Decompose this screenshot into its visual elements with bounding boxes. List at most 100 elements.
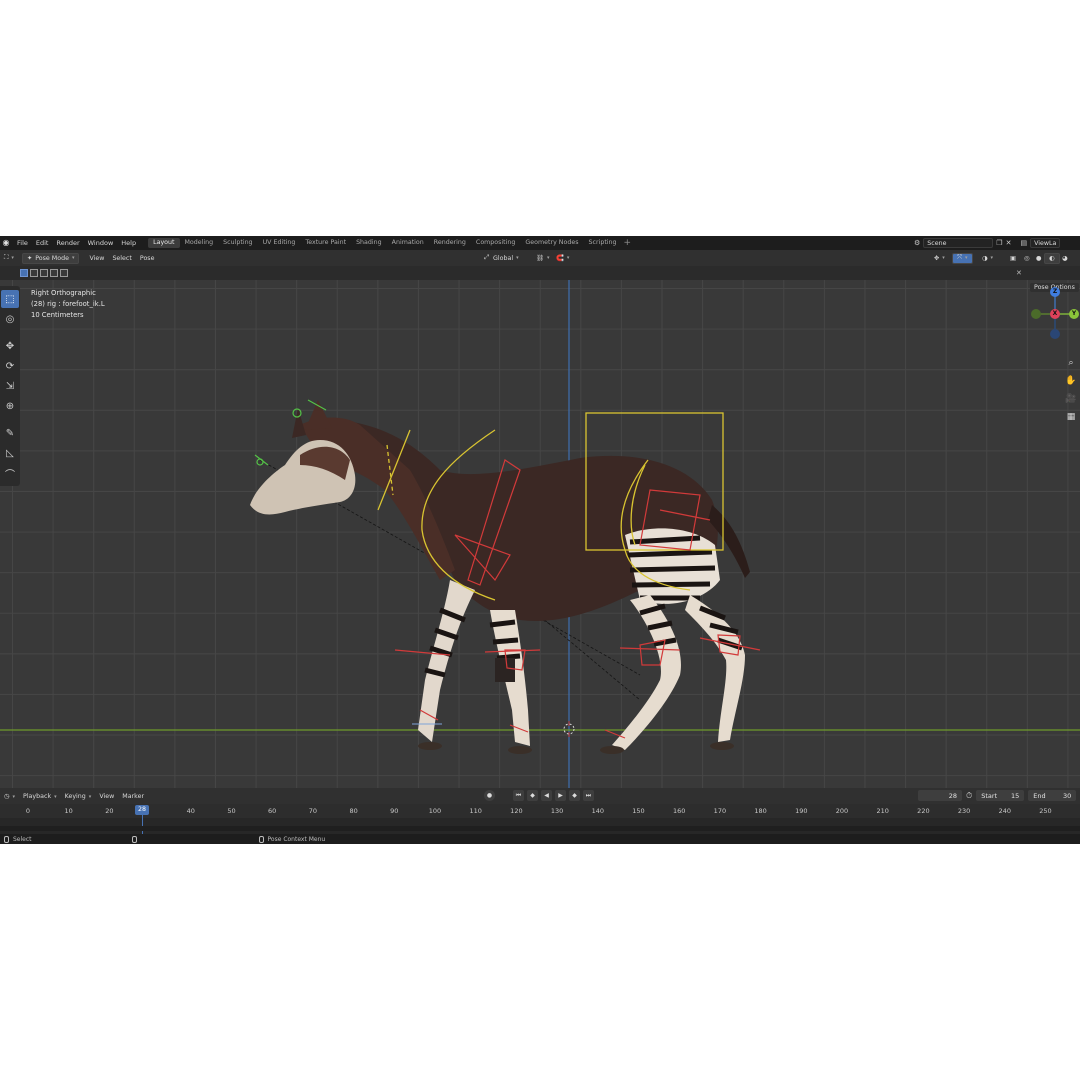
end-frame-field[interactable]: End 30 — [1028, 790, 1077, 801]
mode-dropdown[interactable]: ✦ Pose Mode ▾ — [21, 252, 80, 264]
tab-sculpting[interactable]: Sculpting — [218, 238, 257, 248]
ruler-tick: 90 — [390, 807, 399, 815]
tab-texture-paint[interactable]: Texture Paint — [300, 238, 351, 248]
play-icon[interactable]: ▶ — [555, 790, 566, 801]
current-frame-value: 28 — [948, 791, 957, 800]
jump-start-icon[interactable]: ⏮ — [513, 790, 524, 801]
gizmo-z-icon[interactable]: Z — [1050, 287, 1060, 297]
timeline-area[interactable]: 0 10 20 40 50 60 70 80 90 100 110 120 130 140 150 160 17… — [0, 804, 1080, 834]
ruler-tick: 10 — [64, 807, 73, 815]
select-intersect-icon[interactable] — [60, 269, 68, 277]
grid-view-icon[interactable]: ▦ — [1064, 410, 1078, 424]
shading-rendered-icon[interactable]: ◕ — [1058, 253, 1072, 264]
start-frame-field[interactable]: Start 15 — [976, 790, 1025, 801]
close-sidebar-icon[interactable]: ✕ — [1016, 269, 1022, 277]
ruler-tick: 190 — [795, 807, 808, 815]
viewport-nav-tools: ⌕ ✋ 🎥 ▦ — [1064, 352, 1080, 428]
tab-scripting[interactable]: Scripting — [584, 238, 622, 248]
next-keyframe-icon[interactable]: ◆ — [569, 790, 580, 801]
menu-file[interactable]: File — [13, 239, 32, 247]
menu-render[interactable]: Render — [52, 239, 83, 247]
delete-scene-icon[interactable]: ✕ — [1006, 239, 1012, 247]
rotate-tool-icon[interactable]: ⟳ — [1, 357, 19, 375]
viewport-info-overlay: Right Orthographic (28) rig : forefoot_i… — [31, 288, 105, 321]
tab-animation[interactable]: Animation — [387, 238, 429, 248]
gizmo-neg-y-icon[interactable] — [1031, 309, 1041, 319]
playback-menu[interactable]: Playback ▾ — [19, 793, 61, 800]
prev-keyframe-icon[interactable]: ◆ — [527, 790, 538, 801]
transform-orientation-dropdown[interactable]: ⤢ Global ▾ — [480, 253, 523, 264]
play-reverse-icon[interactable]: ◀ — [541, 790, 552, 801]
scene-icon[interactable]: ⚙ — [914, 239, 920, 247]
select-new-icon[interactable] — [20, 269, 28, 277]
overlays-icon[interactable]: ◑ ▾ — [978, 253, 997, 264]
tab-geometry-nodes[interactable]: Geometry Nodes — [520, 238, 583, 248]
camera-icon[interactable]: 🎥 — [1064, 392, 1078, 406]
clock-icon[interactable]: ⏱ — [966, 791, 972, 801]
view-layer-icon[interactable]: ▤ — [1020, 239, 1027, 247]
record-icon[interactable]: ● — [484, 790, 495, 801]
add-workspace-icon[interactable]: + — [624, 238, 632, 248]
gizmo-neg-z-icon[interactable] — [1050, 329, 1060, 339]
select-extend-icon[interactable] — [30, 269, 38, 277]
show-gizmo-icon[interactable]: ⤧ ▾ — [952, 252, 973, 264]
tab-rendering[interactable]: Rendering — [429, 238, 471, 248]
xray-icon[interactable]: ▣ — [1006, 253, 1020, 264]
gizmo-y-icon[interactable]: Y — [1069, 309, 1079, 319]
new-scene-icon[interactable]: ❐ — [996, 239, 1002, 247]
tab-layout[interactable]: Layout — [148, 238, 180, 248]
menu-window[interactable]: Window — [84, 239, 118, 247]
playhead-line[interactable] — [141, 815, 143, 834]
select-invert-icon[interactable] — [50, 269, 58, 277]
okapi-body — [250, 400, 750, 754]
scale-tool-icon[interactable]: ⇲ — [1, 377, 19, 395]
timeline-view-menu[interactable]: View — [95, 793, 118, 800]
blender-logo-icon[interactable]: ◉ — [1, 238, 11, 248]
ruler-tick: 100 — [428, 807, 442, 815]
tab-compositing[interactable]: Compositing — [471, 238, 520, 248]
ruler-tick: 80 — [349, 807, 358, 815]
ruler-tick: 0 — [25, 807, 31, 815]
select-box-tool-icon[interactable]: ⬚ — [1, 290, 19, 308]
menu-help[interactable]: Help — [117, 239, 140, 247]
scene-name-field[interactable]: Scene — [923, 238, 994, 248]
select-subtract-icon[interactable] — [40, 269, 48, 277]
zoom-icon[interactable]: ⌕ — [1064, 356, 1078, 370]
timeline-editor-icon[interactable]: ◷ ▾ — [0, 793, 19, 800]
menu-view[interactable]: View — [85, 253, 108, 264]
relax-pose-tool-icon[interactable]: ⌒ — [1, 464, 19, 482]
marker-menu[interactable]: Marker — [118, 793, 148, 800]
editor-type-icon[interactable]: ⛶ ▾ — [0, 253, 18, 264]
cursor-tool-icon[interactable]: ◎ — [1, 310, 19, 328]
snap-icon[interactable]: 🧲 ▾ — [552, 253, 573, 264]
mouse-middle-icon — [131, 835, 137, 843]
pan-hand-icon[interactable]: ✋ — [1064, 374, 1078, 388]
tool-shelf: ⬚ ◎ ✥ ⟳ ⇲ ⊕ ✎ ◺ ⌒ — [0, 286, 20, 486]
transform-tool-icon[interactable]: ⊕ — [1, 397, 19, 415]
gizmo-x-icon[interactable]: X — [1050, 309, 1060, 319]
viewport-gizmo-icon[interactable]: ✥ ▾ — [930, 253, 949, 264]
navigation-gizmo[interactable]: Z X Y — [1028, 284, 1080, 346]
measure-tool-icon[interactable]: ◺ — [1, 444, 19, 462]
view-layer-field[interactable]: ViewLa — [1030, 238, 1061, 248]
annotate-tool-icon[interactable]: ✎ — [1, 424, 19, 442]
frame-range: 28 ⏱ Start 15 End 30 — [918, 790, 1077, 801]
tab-shading[interactable]: Shading — [351, 238, 387, 248]
jump-end-icon[interactable]: ⏭ — [583, 790, 594, 801]
menu-select[interactable]: Select — [108, 253, 135, 264]
playhead-frame-badge[interactable]: 28 — [134, 805, 149, 815]
move-tool-icon[interactable]: ✥ — [1, 337, 19, 355]
tab-modeling[interactable]: Modeling — [180, 238, 219, 248]
view-name: Right Orthographic — [31, 289, 96, 297]
keying-menu[interactable]: Keying ▾ — [61, 793, 96, 800]
3d-viewport[interactable]: Right Orthographic (28) rig : forefoot_i… — [0, 280, 1080, 788]
menu-pose[interactable]: Pose — [136, 253, 159, 264]
menu-edit[interactable]: Edit — [32, 239, 53, 247]
tab-uv-editing[interactable]: UV Editing — [258, 238, 301, 248]
frame-ruler[interactable]: 0 10 20 40 50 60 70 80 90 100 110 120 130 140 150 160 17… — [0, 804, 1080, 818]
current-frame-field[interactable]: 28 — [918, 790, 962, 801]
ruler-tick: 120 — [510, 807, 523, 815]
timeline-scrollbar[interactable] — [0, 826, 1080, 831]
workspace-tabs: Layout Modeling Sculpting UV Editing Tex… — [148, 238, 631, 248]
pivot-point-icon[interactable]: ⛓ ▾ — [532, 253, 554, 264]
